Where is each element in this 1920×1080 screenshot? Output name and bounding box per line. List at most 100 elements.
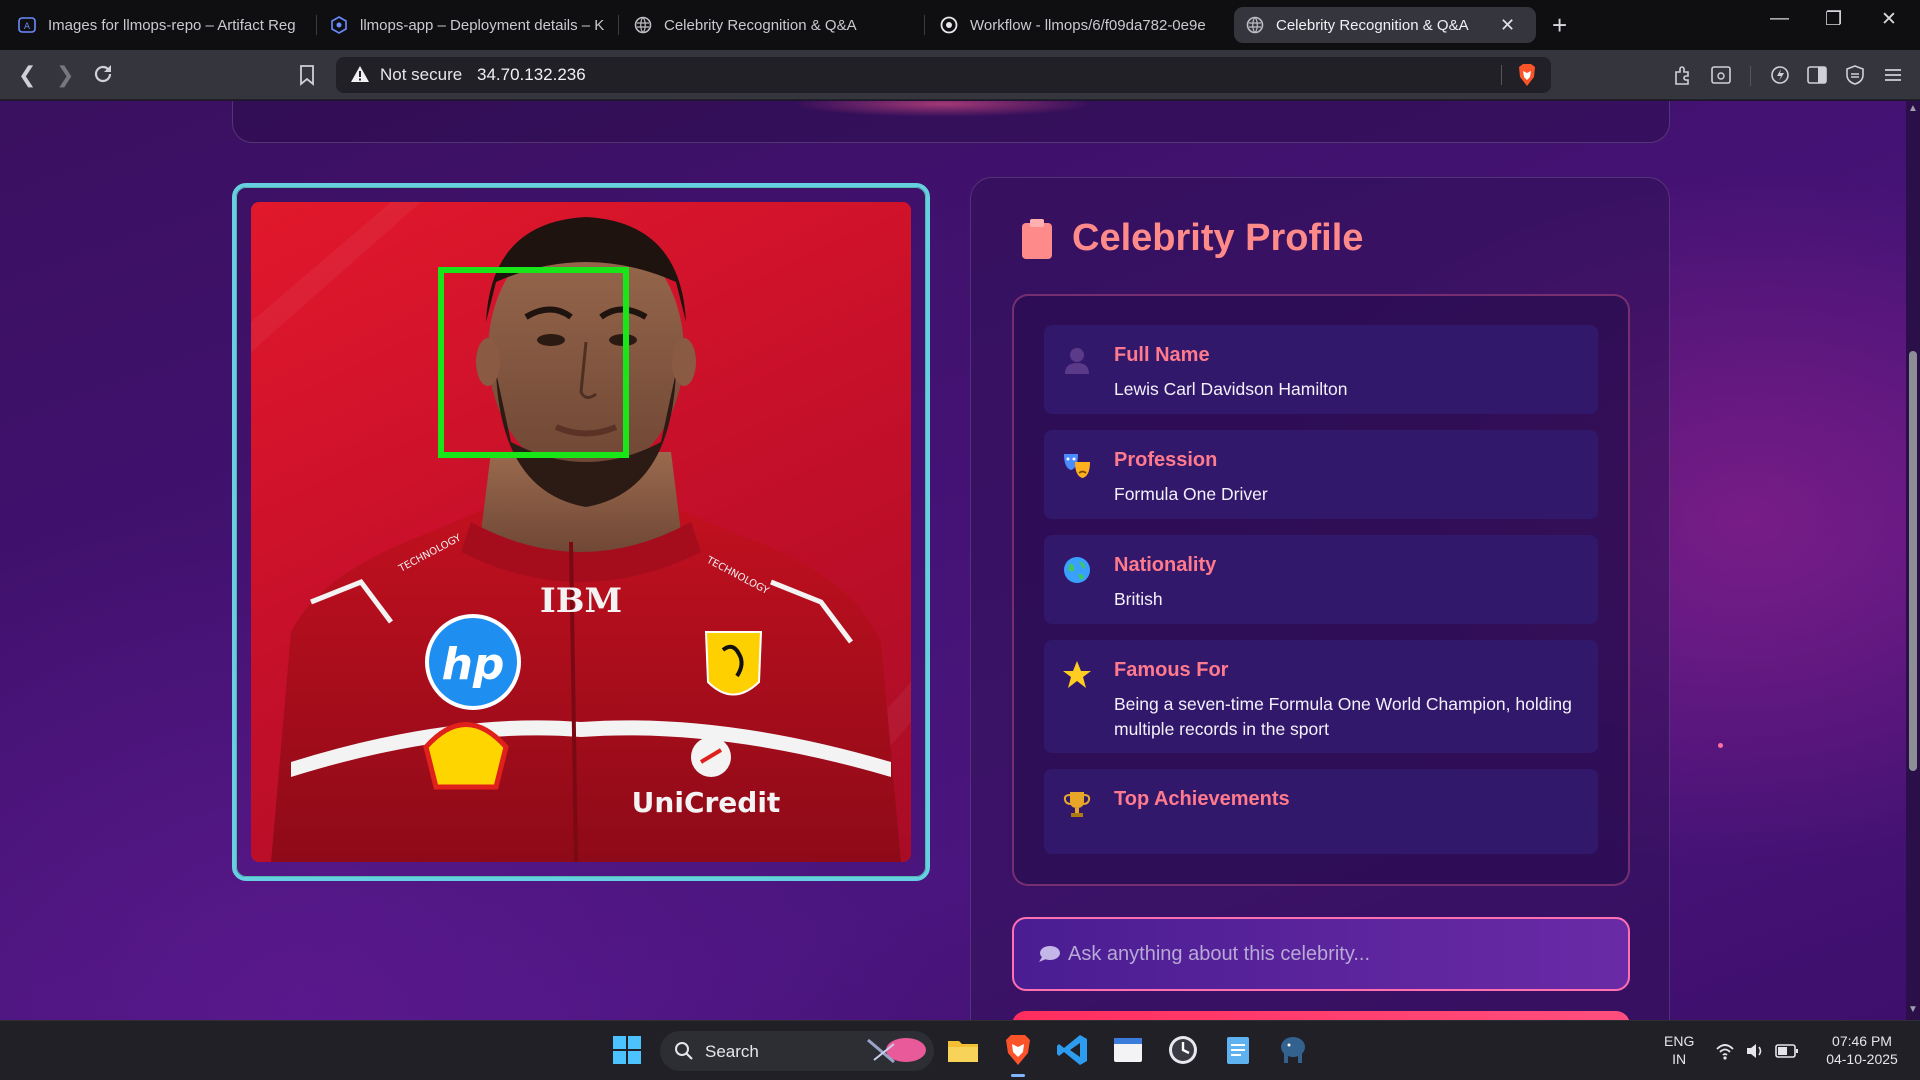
clipboard-icon (1022, 218, 1052, 259)
active-app-indicator (1011, 1074, 1025, 1077)
minimize-button[interactable]: — (1770, 8, 1789, 30)
tab-title: Images for llmops-repo – Artifact Reg (48, 16, 296, 34)
globe-icon (1064, 557, 1090, 583)
ask-button[interactable] (1012, 1011, 1630, 1020)
tab-title: Celebrity Recognition & Q&A (664, 16, 857, 34)
detail-label: Famous For (1114, 659, 1229, 681)
tab-workflow[interactable]: Workflow - llmops/6/f09da782-0e9e (928, 7, 1228, 43)
window-app-icon[interactable] (1111, 1033, 1145, 1067)
detail-value: British (1114, 589, 1163, 609)
clock-date: 04-10-2025 (1826, 1051, 1898, 1067)
svg-text:hp: hp (442, 639, 505, 690)
speech-bubble-icon (1039, 946, 1060, 962)
menu-icon[interactable] (1882, 64, 1904, 86)
close-tab-icon[interactable]: ✕ (1500, 15, 1515, 36)
brave-shields-icon[interactable] (1516, 63, 1538, 87)
browser-tab-bar: A Images for llmops-repo – Artifact Reg … (0, 0, 1920, 50)
sponsor-text: UniCredit (632, 786, 781, 819)
vpn-shield-icon[interactable] (1844, 64, 1866, 86)
brave-browser-icon[interactable] (1001, 1033, 1035, 1067)
scrollbar-thumb[interactable] (1909, 351, 1917, 771)
kubernetes-icon (331, 16, 347, 34)
vscode-icon[interactable] (1056, 1033, 1090, 1067)
notepad-icon[interactable] (1221, 1033, 1255, 1067)
address-bar[interactable]: Not secure 34.70.132.236 (336, 57, 1551, 93)
profile-title: Celebrity Profile (1072, 217, 1364, 259)
battery-icon[interactable] (1775, 1042, 1799, 1060)
detail-label: Nationality (1114, 554, 1217, 576)
tab-title: Celebrity Recognition & Q&A (1276, 16, 1469, 34)
detail-full-name: Full Name Lewis Carl Davidson Hamilton (1044, 325, 1598, 414)
url-text[interactable]: 34.70.132.236 (477, 65, 586, 85)
windows-start-icon[interactable] (610, 1033, 644, 1067)
detail-label: Profession (1114, 449, 1218, 471)
restore-button[interactable]: ❐ (1825, 8, 1842, 31)
star-icon (1063, 661, 1091, 688)
language-indicator[interactable]: ENG IN (1664, 1032, 1694, 1068)
wifi-icon[interactable] (1715, 1041, 1735, 1061)
warning-icon (351, 66, 369, 82)
forward-button[interactable]: ❯ (56, 62, 74, 88)
detail-value: Formula One Driver (1114, 484, 1268, 504)
tab-celebrity-recognition-active[interactable]: Celebrity Recognition & Q&A ✕ (1234, 7, 1536, 43)
browser-toolbar: ❮ ❯ Not secure 34.70.132.236 (0, 50, 1920, 100)
sidebar-icon[interactable] (1806, 64, 1828, 86)
back-button[interactable]: ❮ (18, 62, 36, 88)
decorative-dot (1718, 743, 1723, 748)
detail-famous-for: Famous For Being a seven-time Formula On… (1044, 640, 1598, 753)
clock-time: 07:46 PM (1832, 1033, 1892, 1049)
button-glow (793, 101, 1093, 117)
upload-card-bottom (232, 101, 1670, 143)
jersey-text: IBM (540, 581, 622, 621)
tab-deployment-details[interactable]: llmops-app – Deployment details – K (318, 7, 618, 43)
new-tab-button[interactable]: + (1552, 10, 1567, 41)
volume-icon[interactable] (1745, 1041, 1765, 1061)
os-taskbar: Search ENG IN 07:46 PM 04-10-2025 (0, 1020, 1920, 1080)
search-highlight-art-icon (867, 1038, 926, 1064)
region-code: IN (1672, 1051, 1687, 1067)
page-scrollbar[interactable]: ▲ ▼ (1906, 101, 1920, 1020)
window-close-button[interactable]: ✕ (1881, 8, 1897, 31)
detail-value: Being a seven-time Formula One World Cha… (1114, 694, 1572, 739)
svg-text:A: A (24, 22, 31, 32)
tab-separator (316, 15, 317, 35)
globe-favicon-icon (634, 16, 652, 34)
tab-title: llmops-app – Deployment details – K (360, 16, 605, 34)
reader-mode-icon[interactable] (1710, 64, 1732, 86)
celebrity-photo: IBM hp UniCredit TECHNOLOGY TECHNOLOGY (251, 202, 911, 862)
globe-favicon-icon (1246, 16, 1264, 34)
leo-ai-icon[interactable] (1769, 64, 1791, 86)
theater-masks-icon (1064, 454, 1090, 478)
tab-artifact-registry[interactable]: A Images for llmops-repo – Artifact Reg (6, 7, 316, 43)
system-clock[interactable]: 07:46 PM 04-10-2025 (1817, 1032, 1907, 1068)
postgresql-icon[interactable] (1276, 1033, 1310, 1067)
scroll-down-arrow-icon[interactable]: ▼ (1908, 1004, 1918, 1015)
tab-title: Workflow - llmops/6/f09da782-0e9e (970, 16, 1206, 34)
clock-app-icon[interactable] (1166, 1033, 1200, 1067)
trophy-icon (1063, 792, 1091, 817)
toolbar-divider (1750, 66, 1751, 86)
detail-top-achievements: Top Achievements (1044, 769, 1598, 854)
tab-separator (618, 15, 619, 35)
taskbar-search-label: Search (705, 1042, 759, 1061)
address-divider (1501, 65, 1502, 85)
scroll-up-arrow-icon[interactable]: ▲ (1908, 103, 1918, 114)
person-icon (1065, 348, 1089, 374)
taskbar-search[interactable]: Search (660, 1031, 934, 1071)
tab-celebrity-recognition[interactable]: Celebrity Recognition & Q&A (622, 7, 922, 43)
search-icon (675, 1042, 693, 1060)
detail-value: Lewis Carl Davidson Hamilton (1114, 379, 1348, 399)
reload-icon[interactable] (92, 63, 114, 85)
security-label[interactable]: Not secure (380, 65, 462, 85)
detail-profession: Profession Formula One Driver (1044, 430, 1598, 519)
bookmark-icon[interactable] (296, 64, 318, 86)
tab-separator (924, 15, 925, 35)
question-input[interactable] (1068, 939, 1608, 969)
profile-header: Celebrity Profile (1022, 217, 1363, 260)
extensions-icon[interactable] (1672, 64, 1694, 86)
detail-nationality: Nationality British (1044, 535, 1598, 624)
file-explorer-icon[interactable] (946, 1033, 980, 1067)
detail-label: Full Name (1114, 344, 1210, 366)
artifact-registry-icon: A (18, 17, 36, 33)
question-input-box[interactable] (1012, 917, 1630, 991)
